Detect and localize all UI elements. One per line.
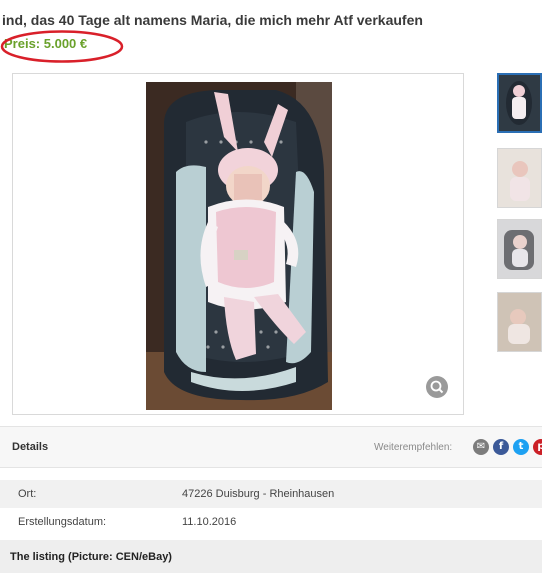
- listing-main-photo[interactable]: [146, 82, 332, 410]
- details-header-bar: [0, 426, 542, 468]
- details-heading: Details: [12, 441, 49, 453]
- thumbnail-3[interactable]: [497, 219, 542, 279]
- twitter-icon[interactable]: t: [513, 439, 529, 455]
- detail-value: 47226 Duisburg - Rheinhausen: [182, 488, 335, 500]
- email-icon[interactable]: ✉: [473, 439, 489, 455]
- thumbnail-4[interactable]: [497, 292, 542, 352]
- detail-value: 11.10.2016: [182, 516, 237, 528]
- share-label: Weiterempfehlen:: [374, 442, 453, 453]
- detail-label: Erstellungsdatum:: [18, 516, 107, 528]
- facebook-icon[interactable]: f: [493, 439, 509, 455]
- detail-row-location: Ort: 47226 Duisburg - Rheinhausen: [0, 480, 542, 508]
- detail-row-created-date: Erstellungsdatum: 11.10.2016: [0, 508, 542, 536]
- thumbnail-2[interactable]: [497, 148, 542, 208]
- price-annotation-circle: [0, 30, 124, 63]
- zoom-icon[interactable]: [426, 376, 448, 398]
- pinterest-icon[interactable]: p: [533, 439, 542, 455]
- listing-title: ind, das 40 Tage alt namens Maria, die m…: [2, 12, 423, 28]
- thumbnail-1[interactable]: [497, 73, 542, 133]
- detail-label: Ort:: [18, 488, 37, 500]
- image-caption: The listing (Picture: CEN/eBay): [10, 551, 172, 563]
